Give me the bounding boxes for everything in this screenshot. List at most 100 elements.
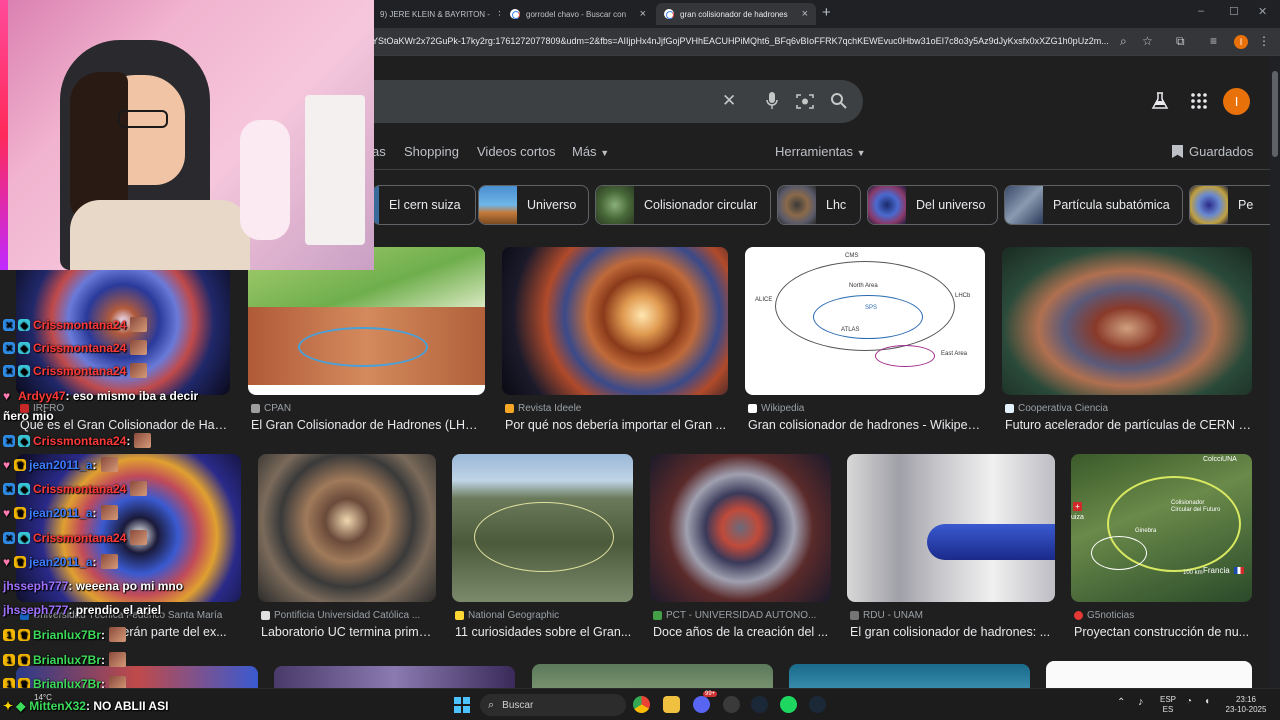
result-title-link[interactable]: 11 curiosidades sobre el Gran...: [455, 625, 632, 639]
chat-text: : weeena po mi mno: [68, 579, 184, 593]
extensions-icon[interactable]: ⧉: [1176, 34, 1185, 49]
language-indicator[interactable]: ESP ES: [1160, 695, 1176, 715]
chip-el-cern-suiza[interactable]: El cern suiza: [372, 185, 476, 225]
wifi-icon[interactable]: ◔: [1186, 696, 1192, 707]
nav-tab-partial[interactable]: as: [372, 144, 386, 159]
spotify-icon[interactable]: [780, 696, 797, 713]
result-image-partial[interactable]: [532, 664, 773, 688]
account-avatar[interactable]: I: [1223, 88, 1250, 115]
camera-lens-icon[interactable]: [796, 93, 814, 110]
tab-close-icon[interactable]: ×: [794, 8, 808, 20]
result-image-lhc-diagram[interactable]: CMS North Area ALICE LHCb ATLAS SPS East…: [745, 247, 985, 395]
nav-tools-menu[interactable]: Herramientas ▼: [775, 144, 866, 159]
result-source: Wikipedia: [748, 403, 984, 414]
result-image-magnet-tunnel[interactable]: [847, 454, 1055, 602]
microphone-tray-icon[interactable]: ♪: [1138, 696, 1144, 708]
map-label: uiza: [1071, 514, 1084, 521]
chip-label: El cern suiza: [389, 198, 461, 212]
chip-particula-subatomica[interactable]: Partícula subatómica: [1004, 185, 1183, 225]
result-image-atlas-detector[interactable]: [258, 454, 436, 602]
source-name: PCT - UNIVERSIDAD AUTÓNO...: [666, 610, 817, 621]
tray-overflow-icon[interactable]: ⌃: [1117, 697, 1125, 708]
bookmark-star-icon[interactable]: ☆: [1142, 34, 1153, 48]
chip-pe[interactable]: Pe: [1189, 185, 1270, 225]
crown-badge-icon: ♛: [18, 653, 30, 666]
result-image-detector-closeup[interactable]: [502, 247, 728, 395]
nav-tab-videos[interactable]: Videos cortos: [477, 144, 556, 159]
result-image-partial[interactable]: [274, 666, 515, 688]
apps-grid-icon[interactable]: [1191, 93, 1207, 109]
tab-close-icon[interactable]: ×: [632, 8, 646, 20]
new-tab-button[interactable]: +: [822, 4, 831, 21]
result-title-link[interactable]: ...erán parte del ex...: [112, 625, 240, 639]
chip-label: Del universo: [916, 198, 986, 212]
steam-icon[interactable]: [809, 696, 826, 713]
labs-flask-icon[interactable]: [1151, 92, 1169, 110]
discord-icon[interactable]: [693, 696, 710, 713]
steam-icon[interactable]: [751, 696, 768, 713]
close-window-button[interactable]: ✕: [1258, 5, 1267, 18]
nav-more-menu[interactable]: Más ▼: [572, 144, 609, 159]
caret-down-icon: ▼: [600, 148, 610, 158]
chip-colisionador-circular[interactable]: Colisionador circular: [595, 185, 771, 225]
tab-close-icon[interactable]: ×: [490, 8, 500, 20]
prime-badge-icon: ✕: [3, 482, 15, 495]
result-title-link[interactable]: Por qué nos debería importar el Gran ...: [505, 418, 727, 432]
chip-del-universo[interactable]: Del universo: [867, 185, 998, 225]
result-title-link[interactable]: El gran colisionador de hadrones: ...: [850, 625, 1054, 639]
clear-search-icon[interactable]: ✕: [722, 91, 736, 111]
gift-badge-icon: ◆: [18, 434, 30, 447]
nav-tab-shopping[interactable]: Shopping: [404, 144, 459, 159]
chat-text: :: [101, 627, 106, 642]
chrome-icon[interactable]: [633, 696, 650, 713]
aerial-ring: [474, 502, 614, 572]
maximize-button[interactable]: ☐: [1229, 5, 1239, 18]
taskbar-search-input[interactable]: ⌕ Buscar: [480, 694, 626, 716]
result-title-link[interactable]: Proyectan construcción de nu...: [1074, 625, 1252, 639]
windows-start-icon[interactable]: [454, 697, 470, 713]
tab-music-video[interactable]: 9) JERE KLEIN & BAYRITON - ×: [372, 3, 500, 25]
source-name: CPAN: [264, 403, 292, 414]
file-explorer-icon[interactable]: [663, 696, 680, 713]
result-image-partial[interactable]: [789, 664, 1030, 688]
prime-badge-icon: ✕: [3, 531, 15, 544]
crown-badge-icon: ♛: [14, 458, 27, 471]
result-title-link[interactable]: Futuro acelerador de partículas de CERN …: [1005, 418, 1251, 432]
crown-badge-icon: 1: [3, 628, 15, 641]
reading-list-icon[interactable]: ≡: [1210, 34, 1217, 48]
crown-badge-icon: 1: [3, 653, 15, 666]
chip-label: Partícula subatómica: [1053, 198, 1170, 212]
obs-icon[interactable]: [723, 696, 740, 713]
result-image-partial[interactable]: [1046, 661, 1252, 688]
page-scrollbar[interactable]: [1270, 57, 1280, 688]
chat-username: Crissmontana24: [33, 340, 127, 355]
source-name: Wikipedia: [761, 403, 805, 414]
chat-username: jean2011_a: [29, 554, 93, 569]
browser-profile-avatar[interactable]: I: [1234, 35, 1248, 49]
map-label: Ginebra: [1135, 528, 1157, 534]
result-image-aerial-view[interactable]: [452, 454, 633, 602]
tab-search-chavo[interactable]: gorrodel chavo - Buscar con Go ×: [502, 3, 654, 25]
minimize-button[interactable]: –: [1198, 5, 1204, 17]
chip-lhc[interactable]: Lhc: [777, 185, 861, 225]
chrome-menu-icon[interactable]: ⋮: [1258, 34, 1270, 48]
result-image-fcc-map[interactable]: ColcciUNA Colisionador Circular del Futu…: [1071, 454, 1252, 602]
result-title-link[interactable]: Doce años de la creación del ...: [653, 625, 830, 639]
clock[interactable]: 23:16 23-10-2025: [1218, 695, 1274, 715]
scrollbar-thumb[interactable]: [1272, 71, 1278, 157]
url-field[interactable]: YStOaKWr2x72GuPk-17ky2rg:1761272077809&u…: [372, 36, 1112, 46]
language-code: ESP: [1160, 695, 1177, 704]
result-image-cms-detector[interactable]: [650, 454, 831, 602]
prime-badge-icon: ✕: [3, 434, 15, 447]
result-image-cms-cavern[interactable]: [1002, 247, 1252, 395]
result-title-link[interactable]: Gran colisionador de hadrones - Wikipedi…: [748, 418, 984, 432]
volume-icon[interactable]: ◖: [1204, 696, 1210, 707]
tab-search-lhc[interactable]: gran colisionador de hadrones ×: [656, 3, 816, 25]
saved-link[interactable]: Guardados: [1172, 144, 1253, 159]
result-title-link[interactable]: Laboratorio UC termina prime...: [261, 625, 435, 639]
chip-universo[interactable]: Universo: [478, 185, 589, 225]
result-title-link[interactable]: El Gran Colisionador de Hadrones (LHC)..…: [251, 418, 483, 432]
zoom-icon[interactable]: ⌕: [1120, 34, 1127, 49]
microphone-icon[interactable]: [766, 92, 778, 110]
search-icon[interactable]: [830, 92, 847, 109]
